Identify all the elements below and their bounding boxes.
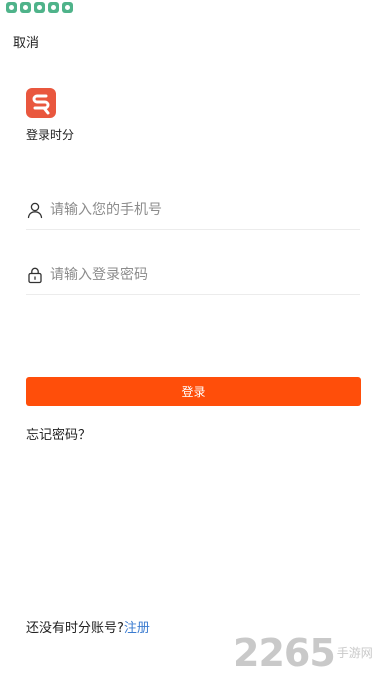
watermark-number: 2265 (233, 630, 336, 675)
notification-app-icon (48, 2, 59, 13)
cancel-button[interactable]: 取消 (13, 32, 39, 51)
notification-app-icon (34, 2, 45, 13)
login-button[interactable]: 登录 (26, 377, 361, 406)
app-name: 登录时分 (26, 128, 75, 142)
register-row: 还没有时分账号?注册 (26, 617, 150, 636)
notification-app-icon (6, 2, 17, 13)
register-prompt: 还没有时分账号? (26, 621, 124, 636)
app-logo-icon (26, 88, 56, 118)
user-icon (27, 202, 43, 218)
watermark-text: 手游网 (336, 646, 373, 660)
register-link[interactable]: 注册 (124, 621, 150, 636)
lock-icon (28, 267, 42, 283)
forgot-password-link[interactable]: 忘记密码？ (26, 424, 91, 443)
status-bar (6, 2, 73, 16)
phone-field[interactable] (26, 190, 360, 230)
phone-input[interactable] (50, 190, 360, 229)
notification-app-icon (20, 2, 31, 13)
notification-app-icon (62, 2, 73, 13)
watermark: 2265 手游网 (233, 630, 373, 675)
password-field[interactable] (26, 255, 360, 295)
password-input[interactable] (50, 255, 360, 294)
